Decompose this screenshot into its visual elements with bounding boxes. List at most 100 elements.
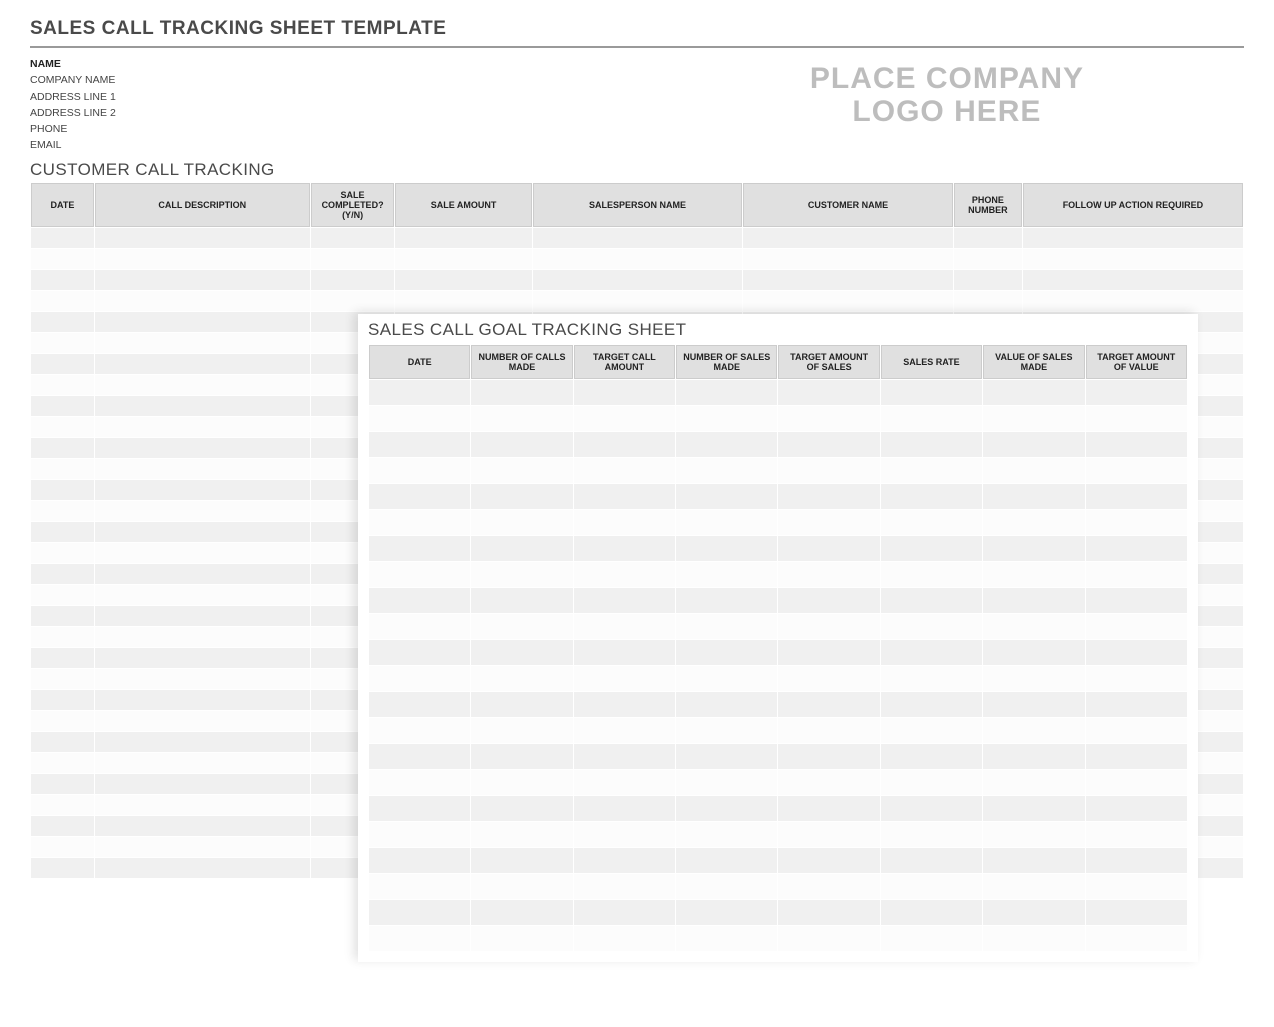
table-cell[interactable] bbox=[395, 228, 531, 248]
table-cell[interactable] bbox=[471, 848, 572, 873]
table-cell[interactable] bbox=[778, 562, 879, 587]
table-cell[interactable] bbox=[881, 692, 982, 717]
table-cell[interactable] bbox=[311, 270, 395, 290]
table-cell[interactable] bbox=[471, 588, 572, 613]
table-cell[interactable] bbox=[778, 432, 879, 457]
table-cell[interactable] bbox=[881, 588, 982, 613]
table-cell[interactable] bbox=[95, 837, 310, 857]
table-cell[interactable] bbox=[369, 484, 470, 509]
table-cell[interactable] bbox=[369, 640, 470, 665]
table-cell[interactable] bbox=[369, 926, 470, 951]
table-cell[interactable] bbox=[471, 900, 572, 925]
table-cell[interactable] bbox=[983, 432, 1084, 457]
table-cell[interactable] bbox=[881, 614, 982, 639]
table-cell[interactable] bbox=[574, 484, 675, 509]
table-cell[interactable] bbox=[1086, 588, 1187, 613]
table-cell[interactable] bbox=[983, 458, 1084, 483]
table-cell[interactable] bbox=[881, 874, 982, 899]
table-cell[interactable] bbox=[471, 718, 572, 743]
table-cell[interactable] bbox=[31, 312, 94, 332]
table-cell[interactable] bbox=[778, 718, 879, 743]
table-cell[interactable] bbox=[1086, 432, 1187, 457]
table-cell[interactable] bbox=[1086, 406, 1187, 431]
table-cell[interactable] bbox=[1086, 770, 1187, 795]
table-cell[interactable] bbox=[983, 692, 1084, 717]
table-cell[interactable] bbox=[31, 774, 94, 794]
table-cell[interactable] bbox=[676, 406, 777, 431]
table-cell[interactable] bbox=[471, 380, 572, 405]
table-cell[interactable] bbox=[743, 270, 953, 290]
table-cell[interactable] bbox=[95, 690, 310, 710]
table-cell[interactable] bbox=[676, 692, 777, 717]
table-cell[interactable] bbox=[954, 249, 1022, 269]
table-cell[interactable] bbox=[369, 458, 470, 483]
table-cell[interactable] bbox=[983, 562, 1084, 587]
table-cell[interactable] bbox=[1023, 228, 1243, 248]
table-cell[interactable] bbox=[676, 666, 777, 691]
table-cell[interactable] bbox=[574, 770, 675, 795]
table-cell[interactable] bbox=[31, 627, 94, 647]
table-cell[interactable] bbox=[983, 796, 1084, 821]
table-cell[interactable] bbox=[471, 640, 572, 665]
table-cell[interactable] bbox=[574, 692, 675, 717]
table-cell[interactable] bbox=[31, 333, 94, 353]
table-cell[interactable] bbox=[1086, 666, 1187, 691]
table-cell[interactable] bbox=[31, 732, 94, 752]
table-cell[interactable] bbox=[983, 718, 1084, 743]
table-cell[interactable] bbox=[95, 480, 310, 500]
table-cell[interactable] bbox=[95, 732, 310, 752]
table-cell[interactable] bbox=[983, 874, 1084, 899]
table-cell[interactable] bbox=[778, 692, 879, 717]
table-cell[interactable] bbox=[471, 666, 572, 691]
table-cell[interactable] bbox=[95, 543, 310, 563]
table-cell[interactable] bbox=[676, 874, 777, 899]
table-cell[interactable] bbox=[95, 312, 310, 332]
table-cell[interactable] bbox=[369, 432, 470, 457]
table-cell[interactable] bbox=[95, 228, 310, 248]
table-cell[interactable] bbox=[31, 711, 94, 731]
table-cell[interactable] bbox=[31, 648, 94, 668]
table-cell[interactable] bbox=[954, 228, 1022, 248]
table-cell[interactable] bbox=[778, 380, 879, 405]
table-cell[interactable] bbox=[369, 874, 470, 899]
table-cell[interactable] bbox=[369, 692, 470, 717]
table-cell[interactable] bbox=[676, 926, 777, 951]
table-cell[interactable] bbox=[881, 822, 982, 847]
table-cell[interactable] bbox=[676, 822, 777, 847]
table-cell[interactable] bbox=[31, 354, 94, 374]
table-cell[interactable] bbox=[778, 640, 879, 665]
table-cell[interactable] bbox=[1086, 718, 1187, 743]
table-cell[interactable] bbox=[574, 900, 675, 925]
table-cell[interactable] bbox=[369, 380, 470, 405]
table-cell[interactable] bbox=[31, 270, 94, 290]
table-cell[interactable] bbox=[1086, 640, 1187, 665]
table-cell[interactable] bbox=[471, 562, 572, 587]
table-cell[interactable] bbox=[31, 795, 94, 815]
table-cell[interactable] bbox=[369, 796, 470, 821]
table-cell[interactable] bbox=[574, 796, 675, 821]
table-cell[interactable] bbox=[1086, 536, 1187, 561]
table-cell[interactable] bbox=[881, 900, 982, 925]
table-cell[interactable] bbox=[676, 562, 777, 587]
table-cell[interactable] bbox=[471, 406, 572, 431]
table-cell[interactable] bbox=[95, 774, 310, 794]
table-cell[interactable] bbox=[574, 666, 675, 691]
table-cell[interactable] bbox=[471, 796, 572, 821]
table-cell[interactable] bbox=[574, 406, 675, 431]
table-cell[interactable] bbox=[778, 614, 879, 639]
table-cell[interactable] bbox=[881, 380, 982, 405]
table-cell[interactable] bbox=[369, 536, 470, 561]
table-cell[interactable] bbox=[574, 848, 675, 873]
table-cell[interactable] bbox=[95, 858, 310, 878]
table-cell[interactable] bbox=[1086, 458, 1187, 483]
table-cell[interactable] bbox=[31, 543, 94, 563]
table-cell[interactable] bbox=[31, 606, 94, 626]
table-cell[interactable] bbox=[471, 692, 572, 717]
table-cell[interactable] bbox=[1086, 926, 1187, 951]
table-cell[interactable] bbox=[1086, 848, 1187, 873]
table-cell[interactable] bbox=[533, 291, 743, 311]
table-cell[interactable] bbox=[676, 900, 777, 925]
table-cell[interactable] bbox=[1086, 900, 1187, 925]
table-cell[interactable] bbox=[574, 614, 675, 639]
table-cell[interactable] bbox=[395, 270, 531, 290]
